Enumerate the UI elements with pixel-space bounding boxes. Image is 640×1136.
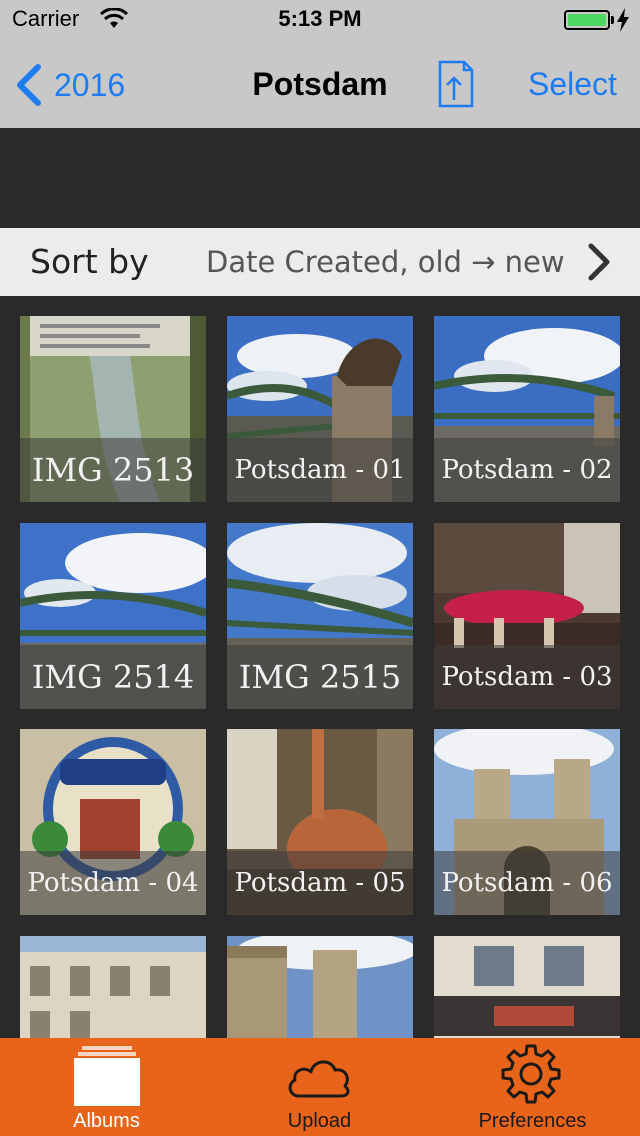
- photo-thumbnail: [227, 936, 413, 1038]
- sort-label: Sort by: [30, 242, 149, 281]
- photo-tile[interactable]: Potsdam - 01: [227, 316, 413, 502]
- tab-preferences-label: Preferences: [478, 1110, 587, 1132]
- tab-albums[interactable]: Albums: [0, 1038, 213, 1136]
- photo-tile[interactable]: Potsdam - 06: [434, 729, 620, 915]
- back-button[interactable]: 2016: [14, 60, 125, 110]
- chevron-right-icon: [588, 243, 610, 281]
- photo-tile[interactable]: [20, 936, 206, 1038]
- photo-thumbnail: [20, 936, 206, 1038]
- photo-tile[interactable]: Potsdam - 05: [227, 729, 413, 915]
- photo-caption: Potsdam - 06: [434, 851, 620, 915]
- photo-tile[interactable]: [227, 936, 413, 1038]
- photo-caption: IMG 2515: [227, 645, 413, 709]
- top-bar: Carrier 5:13 PM 2016 Potsdam Select: [0, 0, 640, 128]
- sort-value: Date Created, old → new: [206, 245, 565, 279]
- photo-tile[interactable]: IMG 2513: [20, 316, 206, 502]
- photo-tile[interactable]: Potsdam - 03: [434, 523, 620, 709]
- photo-caption: Potsdam - 04: [20, 851, 206, 915]
- navigation-bar: 2016 Potsdam Select: [0, 40, 640, 128]
- battery-nub: [611, 16, 614, 24]
- cloud-icon: [288, 1060, 350, 1098]
- photo-caption: Potsdam - 01: [227, 438, 413, 502]
- photo-tile[interactable]: Potsdam - 02: [434, 316, 620, 502]
- status-time: 5:13 PM: [278, 6, 362, 31]
- tab-preferences[interactable]: Preferences: [426, 1038, 639, 1136]
- battery-icon: [564, 10, 610, 30]
- share-icon[interactable]: [434, 54, 476, 110]
- albums-icon: [74, 1046, 140, 1106]
- tab-albums-label: Albums: [73, 1110, 140, 1132]
- photo-thumbnail: [434, 936, 620, 1038]
- photo-grid: IMG 2513 Potsdam - 01 Potsdam - 02 IMG 2…: [20, 316, 620, 1038]
- photo-tile[interactable]: IMG 2514: [20, 523, 206, 709]
- tab-upload-label: Upload: [287, 1110, 352, 1132]
- photo-tile[interactable]: IMG 2515: [227, 523, 413, 709]
- gear-icon: [501, 1044, 561, 1104]
- photo-caption: IMG 2514: [20, 645, 206, 709]
- tab-upload[interactable]: Upload: [213, 1038, 426, 1136]
- photo-caption: Potsdam - 05: [227, 851, 413, 915]
- photo-caption: IMG 2513: [20, 438, 206, 502]
- chevron-left-icon: [17, 64, 41, 106]
- sort-bar[interactable]: Sort by Date Created, old → new: [0, 228, 640, 296]
- tab-bar: Albums Upload Preferences: [0, 1038, 640, 1136]
- photo-tile[interactable]: Potsdam - 04: [20, 729, 206, 915]
- photo-caption: Potsdam - 02: [434, 438, 620, 502]
- photo-caption: Potsdam - 03: [434, 645, 620, 709]
- photo-tile[interactable]: [434, 936, 620, 1038]
- back-button-label: 2016: [54, 66, 126, 103]
- charging-bolt-icon: [617, 8, 629, 32]
- status-bar: Carrier 5:13 PM: [0, 0, 640, 40]
- select-button[interactable]: Select: [528, 66, 617, 103]
